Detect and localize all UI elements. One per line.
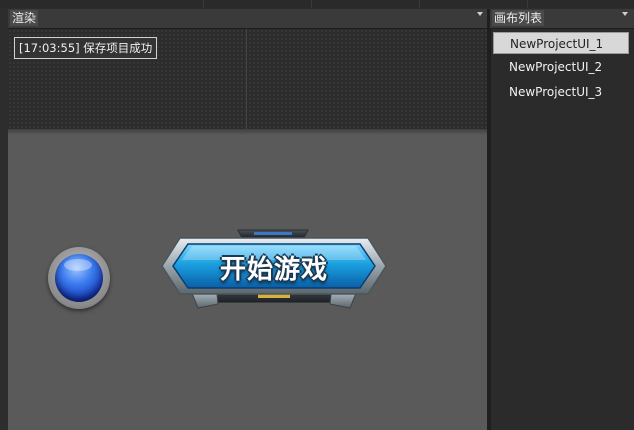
canvas-list: NewProjectUI_1 NewProjectUI_2 NewProject… xyxy=(490,29,634,430)
render-panel-title: 渲染 xyxy=(10,10,39,26)
canvas-item-3[interactable]: NewProjectUI_3 xyxy=(493,81,629,103)
blue-orb-icon[interactable] xyxy=(48,247,110,309)
canvas-panel-header: 画布列表 xyxy=(490,9,634,29)
dropdown-arrow-icon[interactable] xyxy=(477,12,483,16)
canvas-item-1[interactable]: NewProjectUI_1 xyxy=(493,32,629,54)
render-viewport[interactable]: [17:03:55] 保存项目成功 开始游戏 xyxy=(8,29,487,430)
canvas-item-2[interactable]: NewProjectUI_2 xyxy=(493,56,629,78)
orb-glass xyxy=(55,254,103,302)
start-button-label: 开始游戏 xyxy=(219,255,328,285)
top-strip xyxy=(0,0,634,8)
dropdown-arrow-icon[interactable] xyxy=(622,12,628,16)
canvas-panel-title: 画布列表 xyxy=(492,10,545,26)
viewport-shadow xyxy=(8,129,487,135)
status-message: [17:03:55] 保存项目成功 xyxy=(14,37,158,59)
start-game-button[interactable]: 开始游戏 xyxy=(158,222,390,312)
viewport-divider xyxy=(246,29,247,129)
render-panel-header: 渲染 xyxy=(8,9,487,29)
